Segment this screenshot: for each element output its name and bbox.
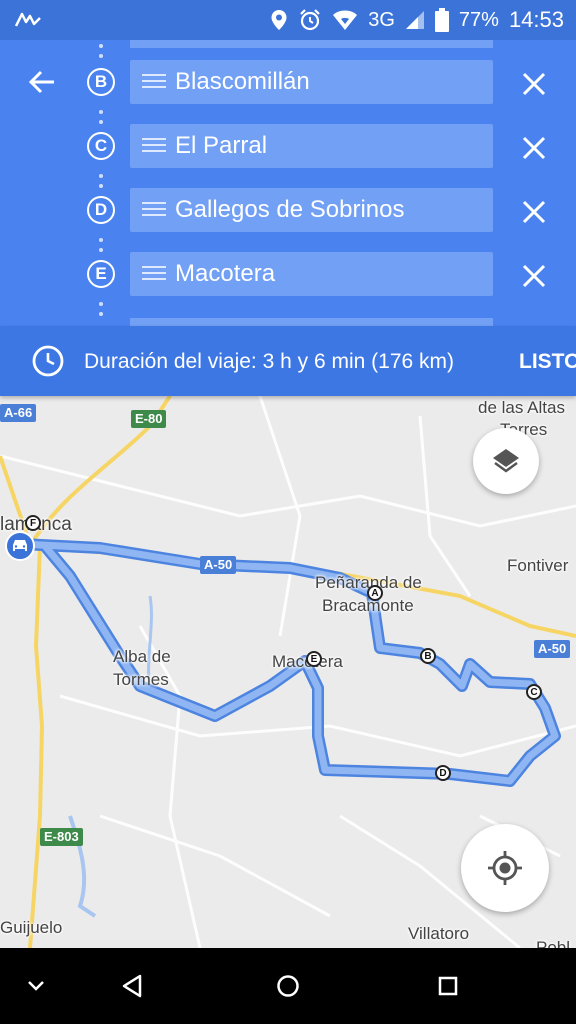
home-circle-icon (277, 975, 299, 997)
place-label: Bracamonte (322, 596, 414, 615)
drag-handle-icon[interactable] (142, 266, 166, 282)
place-label: Alba de (113, 647, 171, 666)
stop-field-partial-bottom (130, 318, 493, 326)
battery-percent: 77% (458, 8, 499, 31)
route-stops-panel: B Blascomillán C El Parral D Gallegos de… (0, 40, 576, 326)
my-location-button[interactable] (461, 824, 549, 912)
signal-icon (405, 10, 425, 30)
drag-handle-icon[interactable] (142, 138, 166, 154)
stop-marker-d: D (87, 196, 115, 224)
place-label: Guijuelo (0, 918, 63, 937)
current-location-car-icon (5, 531, 35, 561)
stop-row-c: C El Parral (0, 124, 576, 170)
nav-home-button[interactable] (268, 966, 308, 1006)
drag-handle-icon[interactable] (142, 202, 166, 218)
status-bar: 3G 77% 14:53 (0, 0, 576, 40)
waypoint-marker-f[interactable]: F (25, 515, 41, 531)
stop-marker-e: E (87, 260, 115, 288)
done-button[interactable]: LISTO (519, 350, 576, 374)
place-label: Tormes (113, 670, 169, 689)
drag-handle-icon[interactable] (142, 74, 166, 90)
battery-icon (434, 8, 449, 32)
alarm-icon (298, 8, 322, 32)
remove-stop-d-button[interactable] (516, 194, 552, 230)
stop-name-c: El Parral (175, 132, 268, 159)
road-shield: A-66 (0, 404, 37, 422)
hide-keyboard-button[interactable] (16, 966, 56, 1006)
map-view[interactable]: de las Altas Torres Fontiver Peñaranda d… (0, 396, 576, 948)
recents-square-icon (438, 976, 458, 996)
trip-summary-bar: Duración del viaje: 3 h y 6 min (176 km)… (0, 326, 576, 396)
stop-field-e[interactable]: Macotera (130, 252, 493, 296)
route-connector (99, 302, 103, 322)
waypoint-marker-b[interactable]: B (420, 648, 436, 664)
stop-row-e: E Macotera (0, 252, 576, 298)
stop-marker-b: B (87, 68, 115, 96)
place-label: Pobl (536, 938, 571, 948)
close-icon (522, 200, 546, 224)
waypoint-marker-c[interactable]: C (526, 684, 542, 700)
stop-marker-c: C (87, 132, 115, 160)
stop-field-b[interactable]: Blascomillán (130, 60, 493, 104)
stop-name-b: Blascomillán (175, 68, 310, 95)
stop-row-b: B Blascomillán (0, 60, 576, 106)
clock-icon (32, 345, 64, 377)
waypoint-marker-e[interactable]: E (306, 651, 322, 667)
road-shield: E-803 (40, 828, 83, 846)
stop-row-d: D Gallegos de Sobrinos (0, 188, 576, 234)
place-label: Fontiver (507, 556, 569, 575)
stop-field-partial-top (130, 40, 493, 48)
close-icon (522, 72, 546, 96)
stop-name-d: Gallegos de Sobrinos (175, 196, 405, 223)
place-label: de las Altas (478, 398, 565, 417)
nav-back-button[interactable] (112, 966, 152, 1006)
remove-stop-c-button[interactable] (516, 130, 552, 166)
stop-name-e: Macotera (175, 260, 276, 287)
trip-duration-text: Duración del viaje: 3 h y 6 min (176 km) (84, 350, 454, 373)
back-triangle-icon (122, 974, 142, 998)
layers-icon (493, 449, 519, 473)
stop-field-c[interactable]: El Parral (130, 124, 493, 168)
my-location-icon (488, 851, 522, 885)
network-type: 3G (368, 8, 395, 31)
place-label: Villatoro (408, 924, 470, 943)
nav-recents-button[interactable] (428, 966, 468, 1006)
waypoint-marker-d[interactable]: D (435, 765, 451, 781)
close-icon (522, 136, 546, 160)
waypoint-marker-a[interactable]: A (367, 585, 383, 601)
system-nav-bar (0, 948, 576, 1024)
road-shield: E-80 (131, 410, 167, 428)
location-icon (270, 9, 288, 31)
close-icon (522, 264, 546, 288)
road-shield: A-50 (200, 556, 237, 574)
stop-field-d[interactable]: Gallegos de Sobrinos (130, 188, 493, 232)
road-shield: A-50 (534, 640, 571, 658)
remove-stop-e-button[interactable] (516, 258, 552, 294)
chevron-down-icon (28, 981, 44, 991)
layers-button[interactable] (473, 428, 539, 494)
wifi-icon (332, 9, 358, 31)
remove-stop-b-button[interactable] (516, 66, 552, 102)
app-notification-icon (14, 8, 42, 32)
clock-time: 14:53 (508, 7, 564, 32)
